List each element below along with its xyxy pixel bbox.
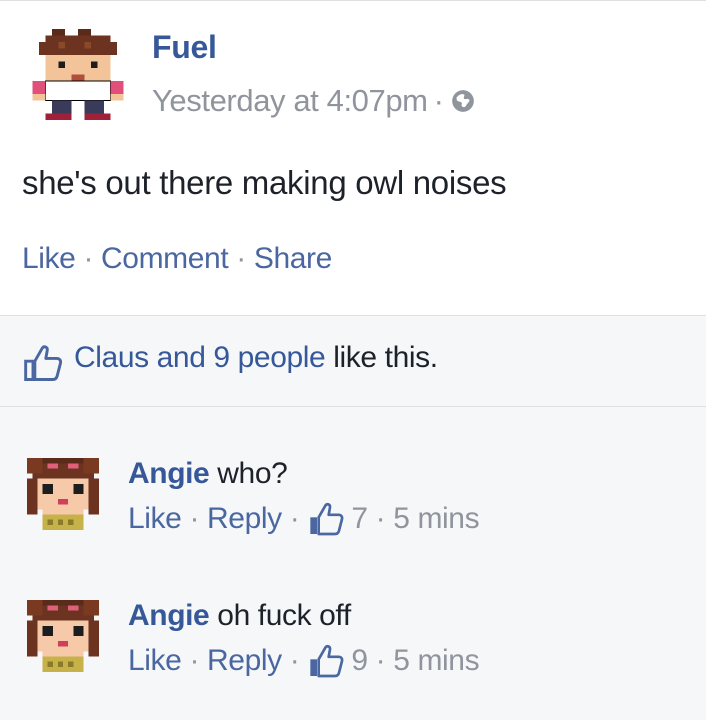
action-separator: · — [375, 502, 386, 535]
post-text: she's out there making owl noises — [22, 164, 507, 201]
comment-link[interactable]: Comment — [101, 242, 229, 275]
comment-reply-link[interactable]: Reply — [207, 644, 282, 678]
post-meta: Yesterday at 4:07pm · — [152, 83, 476, 119]
commenter-avatar[interactable] — [22, 595, 104, 677]
comment-line: Angie oh fuck off — [128, 599, 351, 633]
comment-like-link[interactable]: Like — [128, 644, 182, 678]
meta-separator: · — [433, 83, 444, 118]
action-separator: · — [375, 644, 386, 677]
commenter-name[interactable]: Angie — [128, 599, 210, 632]
comment-like-link[interactable]: Like — [128, 502, 182, 536]
comment-text: oh fuck off — [209, 599, 351, 632]
reaction-count[interactable]: 9 — [351, 644, 368, 678]
comment-actions: Like · Reply · 7 · 5 mins — [128, 499, 480, 539]
likes-summary: Claus and 9 people like this. — [74, 341, 438, 375]
likes-suffix: like this. — [325, 341, 438, 374]
comment-reply-link[interactable]: Reply — [207, 502, 282, 536]
commenter-avatar[interactable] — [22, 453, 104, 535]
comment-time[interactable]: 5 mins — [393, 502, 479, 536]
commenter-name[interactable]: Angie — [128, 457, 210, 490]
like-link[interactable]: Like — [22, 242, 76, 275]
author-avatar[interactable] — [26, 29, 130, 133]
comment-text: who? — [209, 457, 288, 490]
post-card: Fuel Yesterday at 4:07pm · she's out the… — [0, 0, 706, 720]
action-separator: · — [236, 242, 246, 275]
share-link[interactable]: Share — [254, 242, 332, 275]
post-actions: Like · Comment · Share — [22, 242, 332, 276]
action-separator: · — [189, 644, 200, 677]
action-separator: · — [289, 502, 300, 535]
reaction-count[interactable]: 7 — [351, 502, 368, 536]
action-separator: · — [189, 502, 200, 535]
comment-line: Angie who? — [128, 457, 288, 491]
frame: Fuel Yesterday at 4:07pm · she's out the… — [0, 0, 706, 720]
author-name[interactable]: Fuel — [152, 29, 217, 66]
action-separator: · — [289, 644, 300, 677]
action-separator: · — [83, 242, 94, 275]
thumbs-up-icon — [22, 341, 66, 385]
comment-time[interactable]: 5 mins — [393, 644, 479, 678]
comment-actions: Like · Reply · 9 · 5 mins — [128, 641, 480, 681]
post-body: Fuel Yesterday at 4:07pm · she's out the… — [0, 1, 706, 316]
thumbs-up-icon — [307, 499, 347, 539]
post-timestamp[interactable]: Yesterday at 4:07pm — [152, 83, 428, 119]
globe-icon[interactable] — [450, 88, 476, 114]
thumbs-up-icon — [307, 641, 347, 681]
likers-link[interactable]: Claus and 9 people — [74, 341, 326, 374]
